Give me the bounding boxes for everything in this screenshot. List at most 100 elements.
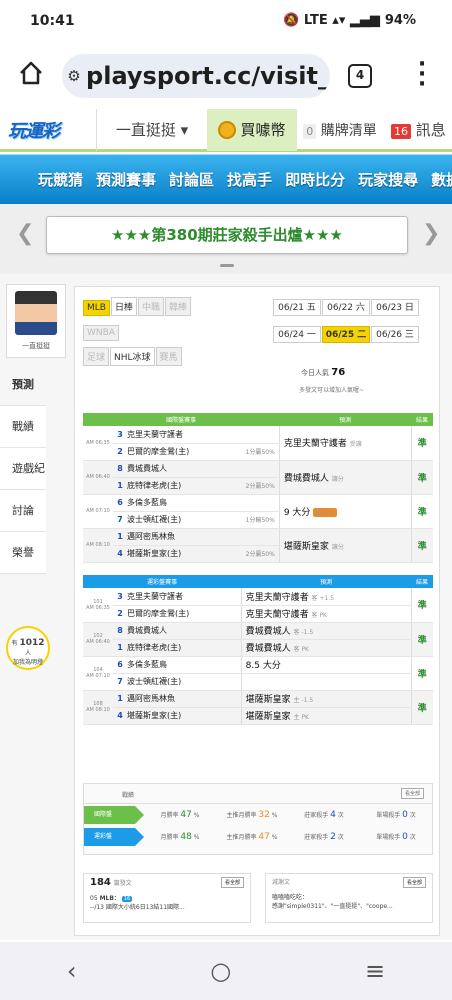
game-row[interactable]: AM 08:10 1 邁阿密馬林魚 堪薩斯皇家 讓分準 <box>83 528 433 563</box>
profile-content: 一直挺挺 預測 戰績 遊戲紀錄 討論 榮譽 有 1012 人加我為明燈 MLB日… <box>0 274 452 940</box>
game-row[interactable]: 1 底特律老虎(主) 費城費城人 客 PK <box>83 639 433 657</box>
league-filter: MLB 日棒 中職 韓棒 WNBA 足球 NHL冰球 賽馬 <box>83 295 263 370</box>
replies-box: 減謝文 看全部 嗑嗑嗑吃吃： 感謝"simple0311"、"一直挺挺"、"coop… <box>265 873 433 923</box>
more-menu-icon[interactable]: · · · <box>412 54 432 96</box>
prev-arrow-icon[interactable]: ❮ <box>16 221 34 246</box>
date-tab[interactable]: 06/25 二 <box>322 326 370 343</box>
score: 6 <box>113 494 127 512</box>
game-row[interactable]: 101 AM 06:35 3 克里夫蘭守護者 克里夫蘭守護者 客 +1.5 準 <box>83 588 433 623</box>
date-tab[interactable]: 06/21 五 <box>273 299 321 316</box>
league-tab[interactable]: 日棒 <box>110 297 137 316</box>
site-logo[interactable]: 玩運彩 <box>0 109 96 151</box>
prediction: 堪薩斯皇家 主 -1.5 <box>240 690 411 708</box>
game-id-time: 102 AM 06:40 <box>83 622 113 657</box>
result: 準 <box>410 622 433 657</box>
nav-item[interactable]: 即時比分 <box>285 169 345 190</box>
score: 8 <box>113 622 127 640</box>
messages-link[interactable]: 16 訊息 <box>383 119 452 140</box>
game-row[interactable]: AM 07:10 6 多倫多藍鳥 9 大分 贏50% 準 <box>83 494 433 529</box>
game-row[interactable]: 4 堪薩斯皇家(主) 堪薩斯皇家 主 PK <box>83 707 433 725</box>
league-tab[interactable]: 韓棒 <box>165 297 192 316</box>
sidebar-item-predict[interactable]: 預測 <box>0 364 46 406</box>
score: 1 <box>113 477 127 495</box>
game-row[interactable]: 108 AM 08:10 1 邁阿密馬林魚 堪薩斯皇家 主 -1.5 準 <box>83 690 433 725</box>
result: 準 <box>410 528 433 563</box>
col-header: 結果 <box>411 413 433 426</box>
handicap-result: 1分輸50% <box>225 511 280 529</box>
view-all-button[interactable]: 看全部 <box>400 788 424 799</box>
cart-link[interactable]: 0 購牌清單 <box>297 120 383 140</box>
game-time: AM 08:10 <box>83 528 113 563</box>
main-nav: 玩競猜 預測賽事 討論區 找高手 即時比分 玩家搜尋 數據 <box>0 154 452 204</box>
date-tab[interactable]: 06/23 日 <box>371 299 419 316</box>
prediction: 克里夫蘭守護者 客 PK <box>240 605 411 623</box>
popularity: 今日人氣 76 <box>301 367 346 378</box>
league-tab[interactable]: NHL冰球 <box>110 347 155 366</box>
nav-item[interactable]: 玩競猜 <box>38 169 83 190</box>
back-icon[interactable]: ‹ <box>67 957 77 985</box>
league-tab[interactable]: 足球 <box>83 347 110 366</box>
address-bar[interactable]: ⚙ playsport.cc/visit_ <box>62 54 330 98</box>
stats-label: 運彩盤 <box>84 828 144 846</box>
next-arrow-icon[interactable]: ❯ <box>422 221 440 246</box>
sidebar-item-record[interactable]: 戰績 <box>0 406 46 448</box>
popularity-note: 多發文可以增加人氣喔~ <box>299 387 365 394</box>
home-icon[interactable] <box>18 60 44 86</box>
game-row[interactable]: AM 06:35 3 克里夫蘭守護者 克里夫蘭守護者 受讓準 <box>83 426 433 461</box>
avatar[interactable]: 一直挺挺 <box>6 284 66 358</box>
stats-row: 國際盤 月勝率 47 % 主推月勝率 32 % 莊家殺手 4 次 單場殺手 0 … <box>84 804 432 826</box>
banner-carousel: ❮ ★★★第380期莊家殺手出爐★★★ ❯ <box>0 204 452 274</box>
handicap-result: 1分贏50% <box>225 443 280 461</box>
buy-coins-button[interactable]: 買噱幣 <box>207 108 297 151</box>
game-row[interactable]: AM 06:40 8 費城費城人 費城費城人 讓分準 <box>83 460 433 495</box>
nav-item[interactable]: 數據 <box>431 169 452 190</box>
result: 準 <box>410 460 433 495</box>
date-tab[interactable]: 06/24 一 <box>273 326 321 343</box>
battery-level: 94% <box>384 13 416 28</box>
result: 準 <box>410 656 433 691</box>
nav-item[interactable]: 玩家搜尋 <box>358 169 418 190</box>
date-tab[interactable]: 06/22 六 <box>322 299 370 316</box>
game-row[interactable]: 104 AM 07:10 6 多倫多藍鳥 8.5 大分 準 <box>83 656 433 691</box>
league-tab[interactable]: WNBA <box>83 325 119 341</box>
league-tab[interactable]: MLB <box>83 300 110 316</box>
team-name: 巴爾的摩金鶯(主) <box>127 605 242 623</box>
game-row[interactable]: 7 波士頓紅襪(主) <box>83 673 433 691</box>
game-row[interactable]: 102 AM 06:40 8 費城費城人 費城費城人 客 -1.5 準 <box>83 622 433 657</box>
site-settings-icon[interactable]: ⚙ <box>62 67 86 85</box>
tab-switcher-button[interactable]: 4 <box>348 64 372 88</box>
date-tab[interactable]: 06/26 三 <box>371 326 419 343</box>
score: 2 <box>113 605 127 623</box>
recents-icon[interactable]: ≡ <box>365 957 385 985</box>
prediction: 費城費城人 客 PK <box>240 639 411 657</box>
view-all-button[interactable]: 看全部 <box>402 877 426 888</box>
user-dropdown[interactable]: 一直挺挺 ▾ <box>97 119 207 140</box>
home-button-icon[interactable]: ○ <box>210 957 231 985</box>
signal-icons: 🔕 LTE ▴▾ ▂▄▆ <box>283 13 380 28</box>
post-item[interactable]: 05 MLB： 16 --/13 國際大小統6日13結11國際... <box>84 891 250 913</box>
cart-count: 0 <box>303 123 317 139</box>
fans-badge[interactable]: 有 1012 人加我為明燈 <box>6 626 50 670</box>
score: 7 <box>113 511 127 529</box>
reply-item[interactable]: 嗑嗑嗑吃吃： 感謝"simple0311"、"一直挺挺"、"coope... <box>266 890 432 912</box>
game-time: AM 07:10 <box>83 494 113 529</box>
game-row[interactable]: 2 巴爾的摩金鶯(主) 克里夫蘭守護者 客 PK <box>83 605 433 623</box>
url-text[interactable]: playsport.cc/visit_ <box>86 62 330 90</box>
predictions-panel: MLB 日棒 中職 韓棒 WNBA 足球 NHL冰球 賽馬 06/21 五 06/22 六0… <box>74 286 440 936</box>
prediction: 費城費城人 客 -1.5 <box>240 622 411 640</box>
sidebar-item-games[interactable]: 遊戲紀錄 <box>0 448 46 517</box>
nav-item[interactable]: 討論區 <box>169 169 214 190</box>
league-tab[interactable]: 賽馬 <box>155 347 182 366</box>
game-id-time: 101 AM 06:35 <box>83 588 113 623</box>
score: 4 <box>113 545 127 563</box>
sidebar-item-honor[interactable]: 榮譽 <box>0 532 46 574</box>
banner-text[interactable]: ★★★第380期莊家殺手出爐★★★ <box>46 216 408 254</box>
nav-item[interactable]: 找高手 <box>227 169 272 190</box>
league-tab[interactable]: 中職 <box>137 297 164 316</box>
nav-item[interactable]: 預測賽事 <box>96 169 156 190</box>
view-all-button[interactable]: 看全部 <box>220 877 244 888</box>
handicap-result: 2分贏50% <box>225 477 280 495</box>
taiwan-table: 運彩盤賽事 預測 結果 101 AM 06:35 3 克里夫蘭守護者 克里夫蘭守護者 客 +… <box>83 575 433 725</box>
sidebar-item-discuss[interactable]: 討論 <box>0 490 46 532</box>
team-name: 波士頓紅襪(主) <box>127 511 226 529</box>
